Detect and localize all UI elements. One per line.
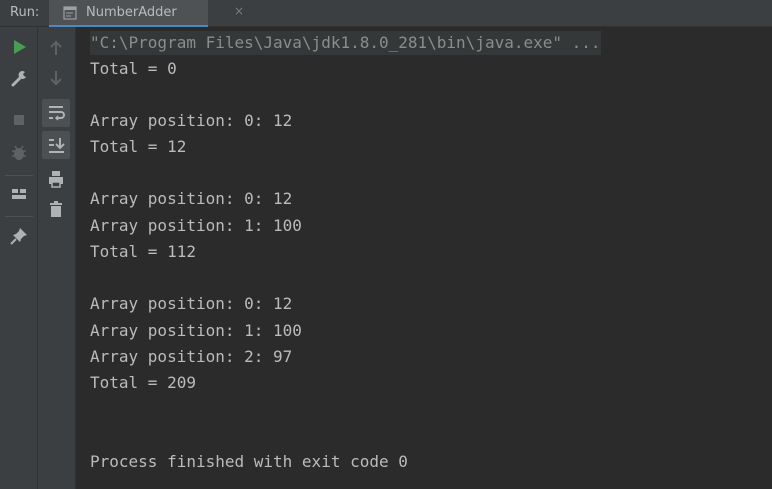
close-icon[interactable]: ×	[234, 4, 244, 18]
console-line: Total = 112	[90, 242, 196, 261]
run-toolbar-console	[38, 27, 76, 489]
console-line: Array position: 0: 12	[90, 294, 293, 313]
soft-wrap-icon[interactable]	[42, 99, 70, 127]
run-toolbar-primary	[0, 27, 38, 489]
toolbar-separator	[5, 216, 33, 217]
run-icon[interactable]	[5, 33, 33, 61]
console-line: Array position: 1: 100	[90, 216, 302, 235]
pin-icon[interactable]	[5, 222, 33, 250]
trash-icon[interactable]	[42, 195, 70, 223]
console-line: Total = 0	[90, 59, 177, 78]
console-line: Total = 209	[90, 373, 196, 392]
console-output[interactable]: "C:\Program Files\Java\jdk1.8.0_281\bin\…	[76, 27, 772, 489]
tab-number-adder[interactable]: NumberAdder ×	[49, 0, 244, 27]
console-command-line: "C:\Program Files\Java\jdk1.8.0_281\bin\…	[90, 31, 601, 55]
console-line: Array position: 0: 12	[90, 111, 293, 130]
console-line: Array position: 1: 100	[90, 321, 302, 340]
toolbar-separator	[5, 175, 33, 176]
console-line: Array position: 0: 12	[90, 189, 293, 208]
debug-bug-icon[interactable]	[5, 139, 33, 167]
console-line: Array position: 2: 97	[90, 347, 293, 366]
run-label: Run:	[10, 5, 40, 20]
console-tab-icon	[63, 6, 77, 20]
layout-icon[interactable]	[5, 180, 33, 208]
console-line: Total = 12	[90, 137, 187, 156]
scroll-to-end-icon[interactable]	[42, 131, 70, 159]
print-icon[interactable]	[42, 165, 70, 193]
console-exit-line: Process finished with exit code 0	[90, 452, 408, 471]
run-tool-window-header: Run: NumberAdder ×	[0, 0, 772, 27]
tab-label: NumberAdder	[86, 5, 177, 20]
arrow-down-icon[interactable]	[42, 64, 70, 92]
stop-icon[interactable]	[5, 106, 33, 134]
wrench-icon[interactable]	[5, 64, 33, 92]
arrow-up-icon[interactable]	[42, 34, 70, 62]
